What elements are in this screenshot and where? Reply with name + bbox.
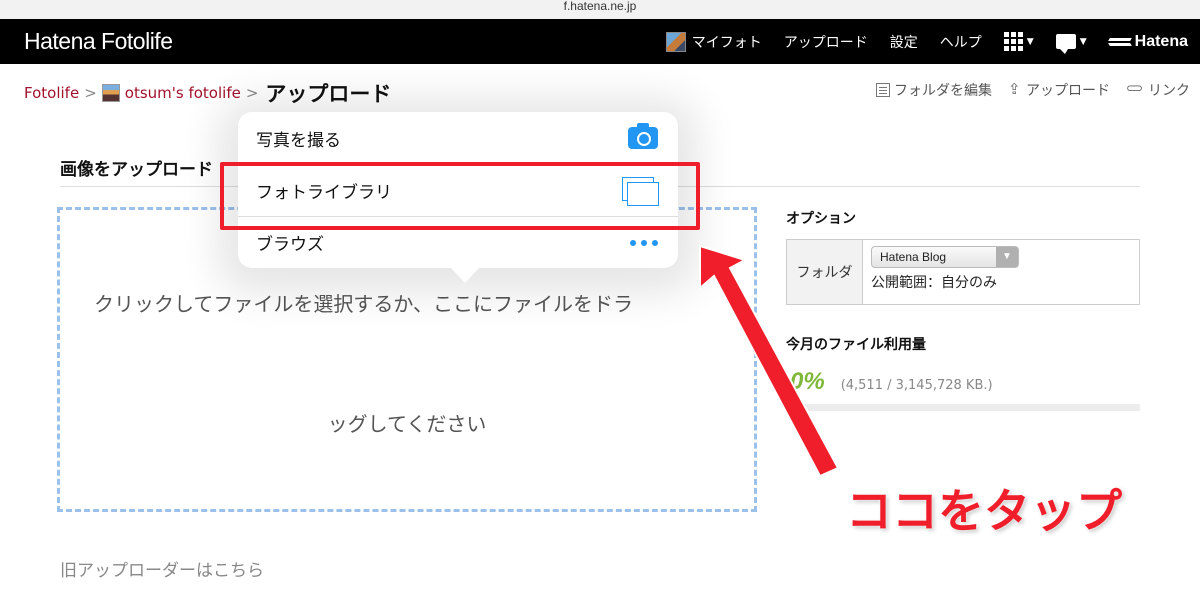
folder-select[interactable]: Hatena Blog ▼ <box>871 246 1019 268</box>
nav-help[interactable]: ヘルプ <box>940 32 982 52</box>
drop-zone-text-continued: ッグしてください <box>327 412 487 436</box>
folder-options: Hatena Blog ▼ 公開範囲：自分のみ <box>863 240 1027 304</box>
header-nav: マイフォト アップロード 設定 ヘルプ ▼ ▼ Hatena <box>644 19 1188 64</box>
edit-folder-link[interactable]: フォルダを編集 <box>876 80 992 100</box>
visibility-text: 公開範囲：自分のみ <box>871 275 997 291</box>
list-icon <box>876 83 890 97</box>
link-label: リンク <box>1148 83 1190 99</box>
breadcrumb-owner[interactable]: otsum's fotolife <box>125 84 241 102</box>
usage-detail: (4,511 / 3,145,728 KB.) <box>840 378 993 393</box>
breadcrumb: Fotolife > otsum's fotolife > アップロード <box>24 78 391 108</box>
caret-down-icon: ▼ <box>1079 36 1087 47</box>
page-toolbar: フォルダを編集 アップロード リンク <box>860 80 1190 100</box>
take-photo-option[interactable]: 写真を撮る <box>238 112 678 164</box>
breadcrumb-separator: > <box>84 84 97 102</box>
camera-icon <box>628 123 658 149</box>
page-title: アップロード <box>265 82 392 106</box>
owner-avatar-icon <box>101 84 120 102</box>
annotation-highlight-box <box>220 162 700 230</box>
upload-label: アップロード <box>1026 83 1110 99</box>
upload-section-title: 画像をアップロード <box>60 160 213 180</box>
select-arrow-icon: ▼ <box>996 247 1018 267</box>
site-header: Hatena Fotolife マイフォト アップロード 設定 ヘルプ ▼ ▼ … <box>0 19 1200 64</box>
hatena-brand-link[interactable]: Hatena <box>1109 33 1188 51</box>
nav-my-foto[interactable]: マイフォト <box>665 31 762 52</box>
link-link[interactable]: リンク <box>1126 80 1190 100</box>
options-title: オプション <box>786 211 856 227</box>
browse-label: ブラウズ <box>256 235 324 255</box>
fotolife-logo[interactable]: Hatena Fotolife <box>24 28 173 55</box>
folder-select-value: Hatena Blog <box>880 250 947 264</box>
nav-upload[interactable]: アップロード <box>784 32 868 52</box>
user-avatar-icon <box>665 31 686 52</box>
hatena-brand-label: Hatena <box>1134 32 1188 50</box>
chat-bubble-icon <box>1055 34 1076 54</box>
upload-link[interactable]: アップロード <box>1008 80 1110 100</box>
grid-icon <box>1003 32 1023 51</box>
nav-settings[interactable]: 設定 <box>890 32 918 52</box>
services-menu-button[interactable]: ▼ <box>1003 32 1034 51</box>
chain-link-icon <box>1126 81 1144 97</box>
nav-my-foto-label: マイフォト <box>691 34 762 51</box>
breadcrumb-fotolife[interactable]: Fotolife <box>24 84 79 102</box>
old-uploader-link[interactable]: 旧アップローダーはこちら <box>60 556 264 581</box>
notifications-menu-button[interactable]: ▼ <box>1055 34 1087 54</box>
annotation-arrow <box>699 244 840 478</box>
take-photo-label: 写真を撮る <box>256 130 341 151</box>
hatena-mark-icon <box>1109 36 1131 48</box>
edit-folder-label: フォルダを編集 <box>894 83 992 99</box>
drop-zone-text: クリックしてファイルを選択するか、ここにファイルをドラ <box>94 292 633 316</box>
caret-down-icon: ▼ <box>1026 36 1034 47</box>
upload-icon <box>1008 80 1022 98</box>
more-icon <box>630 239 658 246</box>
browser-url-bar[interactable]: f.hatena.ne.jp <box>0 0 1200 19</box>
annotation-tap-label: ココをタップ <box>845 483 1123 539</box>
breadcrumb-separator: > <box>245 84 259 102</box>
